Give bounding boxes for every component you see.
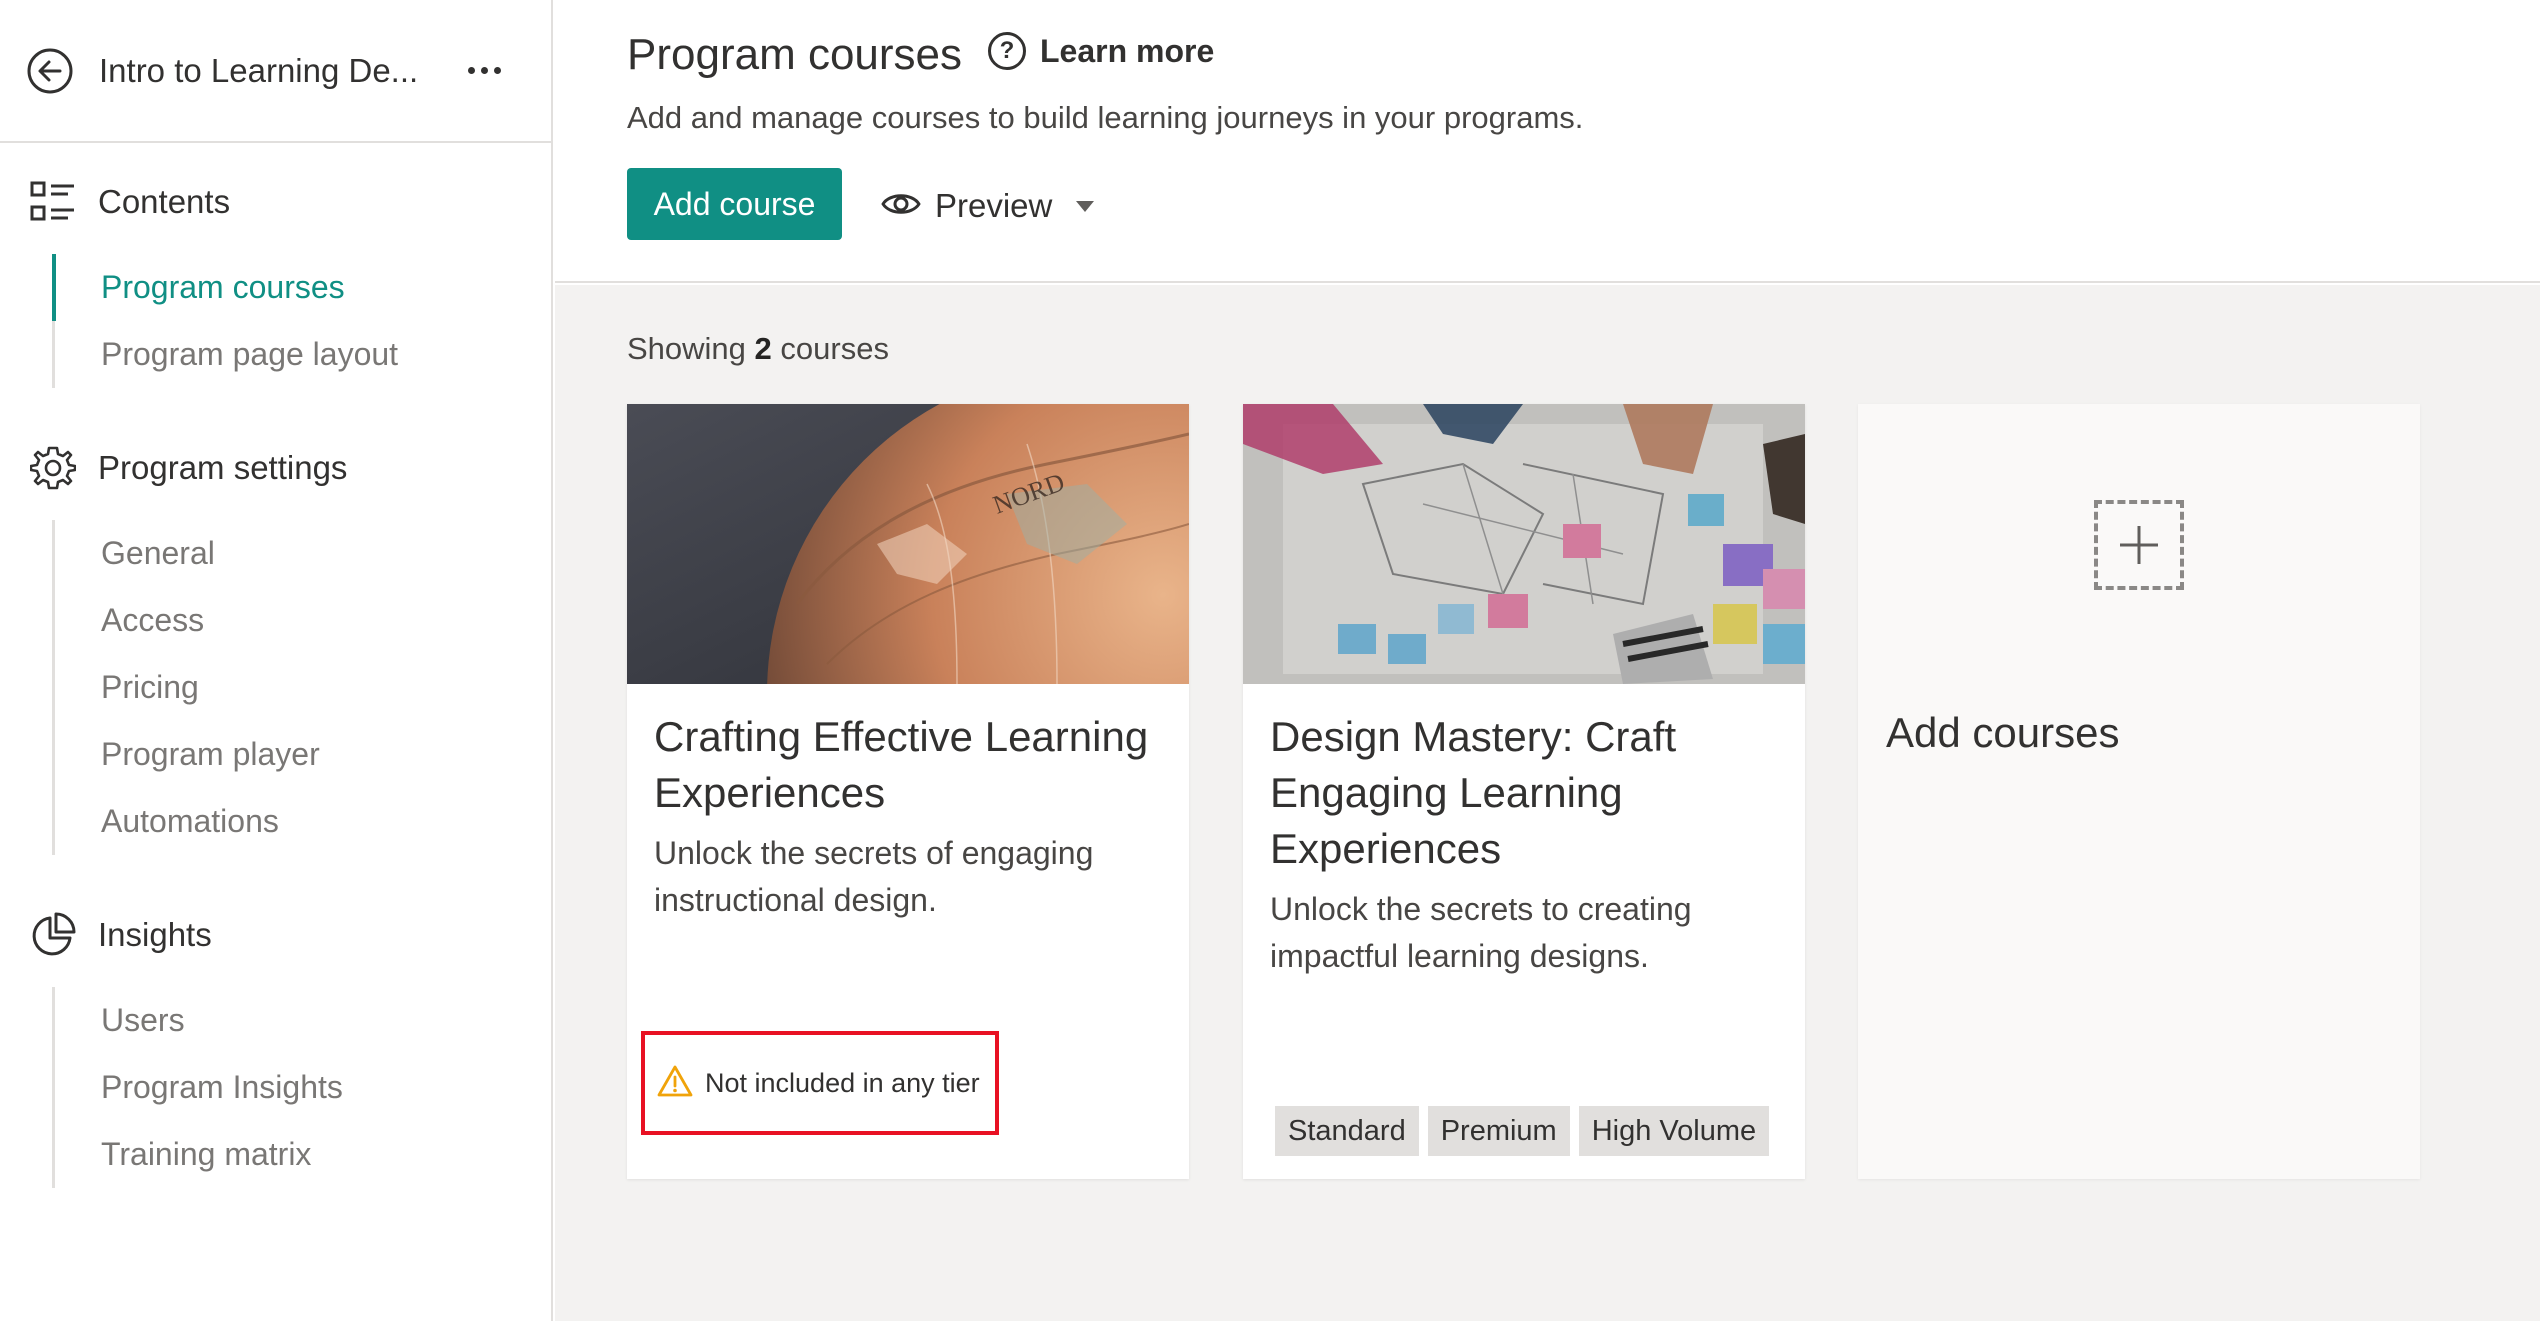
course-card[interactable]: Design Mastery: Craft Engaging Learning …	[1243, 404, 1805, 1179]
back-arrow-icon[interactable]	[26, 47, 74, 95]
sidebar-section-contents: Contents Program courses Program page la…	[0, 172, 553, 388]
course-card[interactable]: NORD Crafting Effective Learning Experie…	[627, 404, 1189, 1179]
sidebar-item-program-courses[interactable]: Program courses	[55, 254, 553, 321]
course-count-prefix: Showing	[627, 331, 746, 366]
more-options-icon[interactable]	[468, 67, 502, 74]
add-courses-label: Add courses	[1886, 709, 2120, 756]
course-title[interactable]: Design Mastery: Craft Engaging Learning …	[1270, 709, 1785, 877]
course-count: Showing 2 courses	[627, 331, 889, 367]
sidebar-item-users[interactable]: Users	[55, 987, 553, 1054]
sidebar-section-insights: Insights Users Program Insights Training…	[0, 905, 553, 1188]
course-count-suffix: courses	[780, 331, 889, 366]
learn-more-link[interactable]: ? Learn more	[988, 32, 1214, 70]
tier-tag-premium: Premium	[1427, 1106, 1570, 1156]
sidebar-section-label: Contents	[98, 183, 231, 220]
course-description: Unlock the secrets to creating impactful…	[1270, 891, 1692, 974]
courses-area: Showing 2 courses NORD Crafting Effectiv…	[555, 285, 2540, 1321]
warning-icon	[657, 1065, 693, 1102]
sidebar-item-training-matrix[interactable]: Training matrix	[55, 1121, 553, 1188]
sidebar-item-program-insights[interactable]: Program Insights	[55, 1054, 553, 1121]
sidebar-item-program-page-layout[interactable]: Program page layout	[55, 321, 553, 388]
tier-tags: Standard Premium High Volume	[1275, 1106, 1770, 1156]
sidebar-item-access[interactable]: Access	[55, 587, 553, 654]
course-count-number: 2	[754, 331, 772, 366]
tier-warning: Not included in any tier	[641, 1031, 999, 1135]
sidebar-section-label: Insights	[98, 916, 212, 953]
chevron-down-icon	[1076, 200, 1095, 212]
learn-more-label: Learn more	[1040, 32, 1215, 69]
sidebar-section-program-settings: Program settings General Access Pricing …	[0, 438, 553, 855]
sidebar: Intro to Learning De... Contents Program…	[0, 0, 553, 1321]
add-courses-card[interactable]: Add courses	[1858, 404, 2420, 1179]
sidebar-item-pricing[interactable]: Pricing	[55, 654, 553, 721]
pie-chart-icon	[28, 910, 78, 960]
tier-tag-high-volume: High Volume	[1578, 1106, 1770, 1156]
sidebar-header: Intro to Learning De...	[0, 0, 551, 143]
add-course-button[interactable]: Add course	[627, 168, 842, 240]
program-title: Intro to Learning De...	[99, 51, 419, 89]
add-icon	[2094, 500, 2184, 590]
list-icon	[28, 177, 78, 227]
page-header: Program courses ? Learn more Add and man…	[555, 0, 2540, 283]
course-thumbnail-design	[1243, 404, 1805, 684]
sidebar-item-automations[interactable]: Automations	[55, 788, 553, 855]
eye-icon	[881, 189, 921, 224]
tier-tag-standard: Standard	[1275, 1106, 1419, 1156]
course-description: Unlock the secrets of engaging instructi…	[654, 835, 1094, 918]
preview-label: Preview	[935, 187, 1053, 224]
preview-dropdown[interactable]: Preview	[881, 178, 1095, 234]
page-title: Program courses	[627, 30, 963, 79]
page-subtitle: Add and manage courses to build learning…	[627, 100, 1584, 135]
gear-icon	[28, 443, 78, 493]
course-thumbnail-globe: NORD	[627, 404, 1189, 684]
course-title[interactable]: Crafting Effective Learning Experiences	[654, 709, 1169, 821]
sidebar-item-general[interactable]: General	[55, 520, 553, 587]
sidebar-item-program-player[interactable]: Program player	[55, 721, 553, 788]
help-icon: ?	[988, 32, 1026, 70]
warning-text: Not included in any tier	[705, 1067, 980, 1098]
sidebar-section-label: Program settings	[98, 449, 348, 486]
